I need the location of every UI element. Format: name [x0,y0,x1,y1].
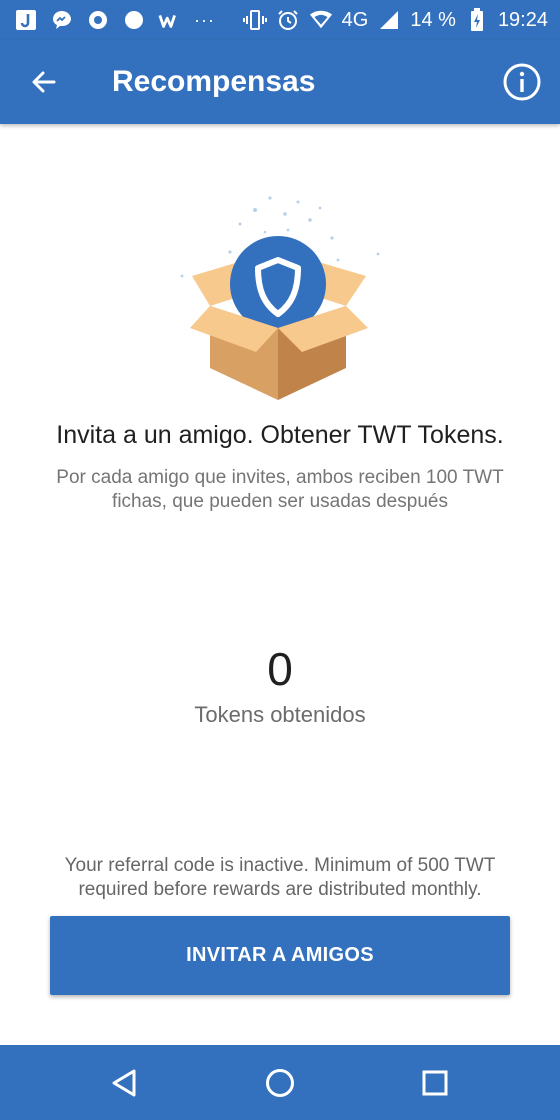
system-nav-bar [0,1045,560,1120]
invite-description: Por cada amigo que invites, ambos recibe… [56,467,504,512]
invite-friends-button[interactable]: INVITAR A AMIGOS [50,916,510,995]
notification-icons: ··· [14,8,215,32]
gift-box-shield-icon [170,190,390,410]
nav-recents-button[interactable] [413,1061,457,1105]
page-title: Recompensas [112,65,316,98]
clock: 19:24 [497,9,548,31]
system-status: 4G 14 % 19:24 [242,8,548,32]
wifi-icon [309,8,333,32]
nav-back-icon [112,1069,136,1097]
battery-charging-icon [465,8,489,32]
info-button[interactable] [500,60,544,104]
token-count: 0 [267,643,293,695]
j-app-icon [14,8,38,32]
signal-icon [377,8,401,32]
nav-back-button[interactable] [102,1061,146,1105]
battery-percent: 14 % [410,9,456,31]
vibrate-icon [242,8,267,32]
nav-recents-icon [422,1070,448,1096]
nav-home-icon [266,1069,294,1097]
alarm-icon [276,8,300,32]
arrow-back-icon [32,71,56,93]
token-count-label: Tokens obtenidos [194,702,366,727]
circle-app-icon [86,8,110,32]
invite-headline: Invita a un amigo. Obtener TWT Tokens. [56,421,504,449]
status-bar: ··· 4G 14 % 19:24 [0,0,560,40]
nav-home-button[interactable] [258,1061,302,1105]
referral-status-note: Your referral code is inactive. Minimum … [64,855,496,900]
app-bar: Recompensas [0,40,560,124]
more-notifications: ··· [194,10,215,30]
network-type: 4G [341,9,369,31]
back-button[interactable] [24,60,64,104]
w-app-icon [158,8,182,32]
circle-filled-icon [122,8,146,32]
info-icon [503,63,541,101]
messenger-icon [50,8,74,32]
